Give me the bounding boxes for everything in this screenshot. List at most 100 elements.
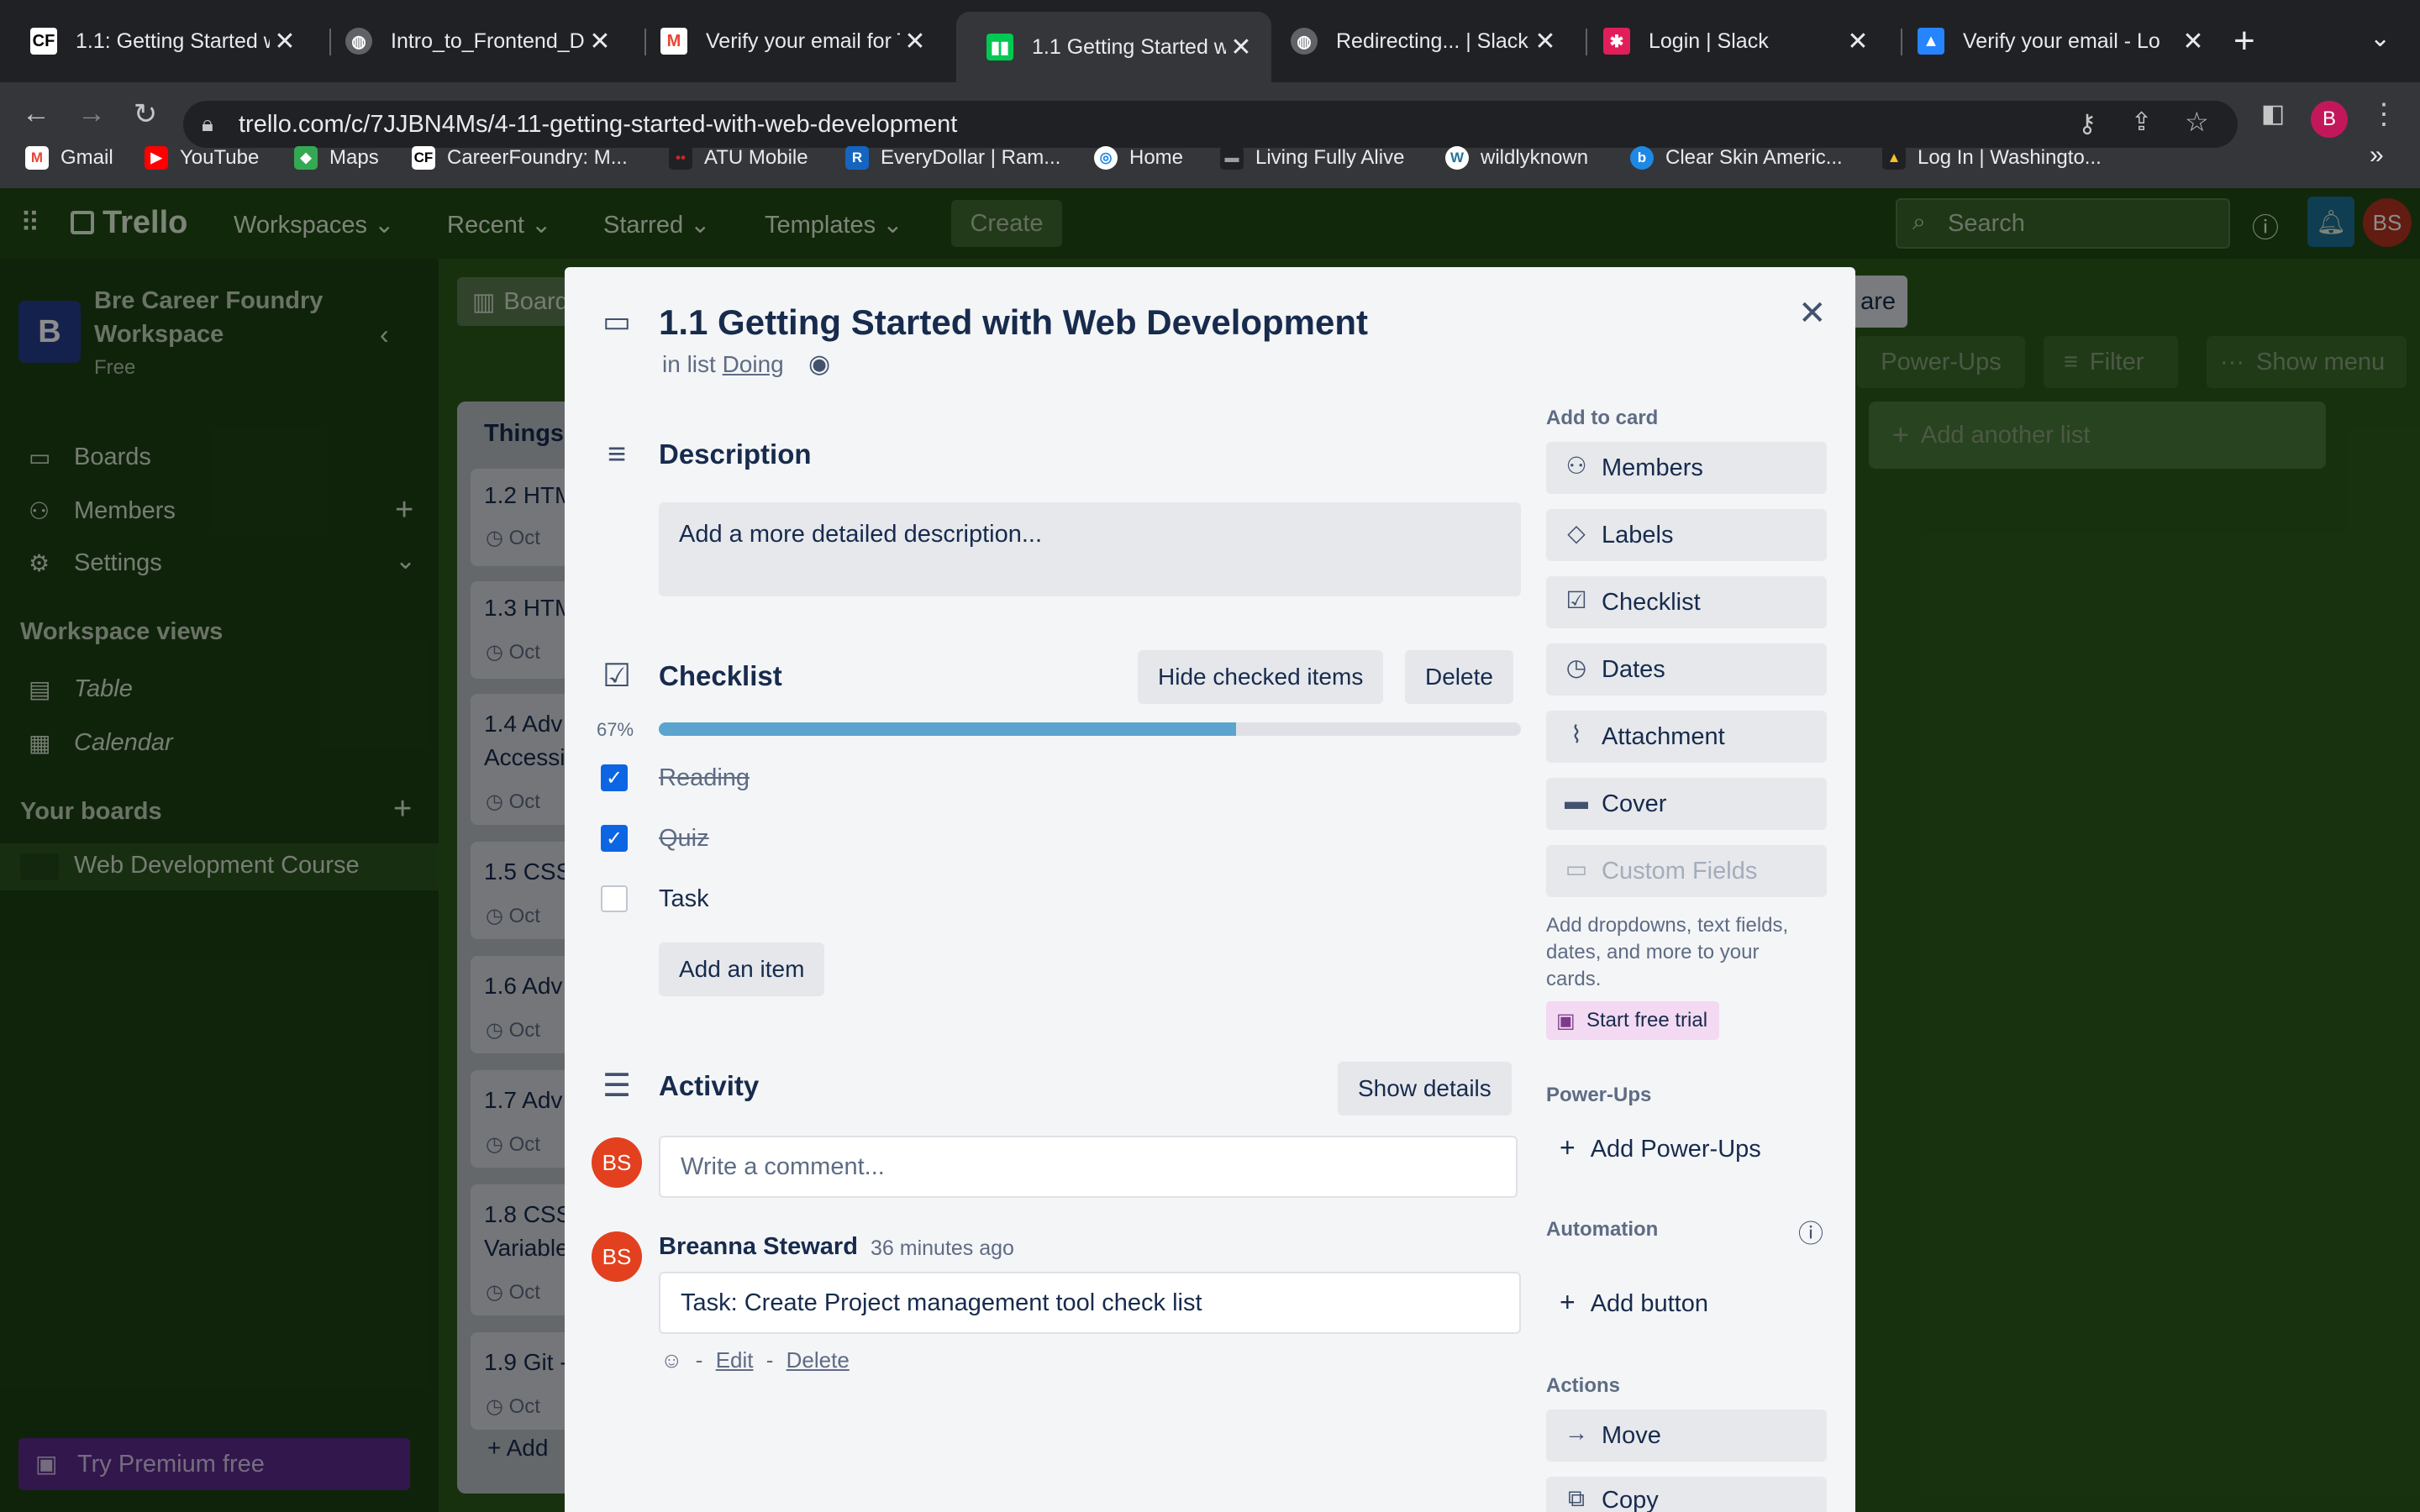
atu-icon: •• [669, 146, 692, 170]
bookmark-youtube[interactable]: ▶ YouTube [145, 143, 259, 173]
reload-icon[interactable]: ↻ [124, 97, 166, 131]
browser-tab-6[interactable]: ✱ Login | Slack ✕ [1573, 12, 1888, 71]
bookmark-atu-mobile[interactable]: •• ATU Mobile [669, 143, 808, 173]
browser-tab-2[interactable]: ◍ Intro_to_Frontend_De ✕ [315, 12, 630, 71]
share-icon[interactable]: ⇪ [2131, 108, 2152, 137]
lock-icon: 🔒︎ [202, 111, 213, 136]
add-checklist-item-button[interactable]: Add an item [659, 942, 825, 996]
back-icon[interactable]: ← [15, 97, 57, 130]
forward-icon[interactable]: → [71, 97, 113, 130]
list-link[interactable]: Doing [723, 351, 784, 377]
bookmark-clear-skin[interactable]: b Clear Skin Americ... [1630, 143, 1843, 173]
add-powerups-button[interactable]: + Add Power-Ups [1560, 1132, 1761, 1163]
checklist-icon: ☑ [602, 659, 632, 694]
atlassian-icon: ▲ [1918, 28, 1944, 55]
comment-input[interactable]: Write a comment... [659, 1136, 1518, 1198]
close-icon[interactable]: ✕ [2178, 27, 2208, 56]
site-icon: ▬ [1220, 146, 1244, 170]
everydollar-icon: R [845, 146, 869, 170]
close-icon[interactable]: ✕ [1530, 27, 1560, 56]
gmail-icon: M [25, 146, 49, 170]
description-input[interactable]: Add a more detailed description... [659, 502, 1521, 596]
labels-button[interactable]: ◇ Labels [1546, 509, 1827, 561]
tab-title: Intro_to_Frontend_De [391, 29, 585, 53]
watch-eye-icon[interactable]: ◉ [808, 349, 830, 379]
hide-checked-items-button[interactable]: Hide checked items [1138, 650, 1384, 704]
browser-tab-7[interactable]: ▲ Verify your email - Lo ✕ [1887, 12, 2223, 71]
bookmark-home[interactable]: ◎ Home [1094, 143, 1183, 173]
cover-icon: ▬ [1565, 788, 1588, 814]
browser-tab-4-active[interactable]: ▮▮ 1.1 Getting Started wi ✕ [956, 12, 1271, 82]
dates-button[interactable]: ◷ Dates [1546, 643, 1827, 696]
close-icon[interactable]: ✕ [1226, 33, 1256, 62]
checkbox-task[interactable] [601, 885, 628, 912]
close-icon[interactable]: ✕ [1798, 294, 1827, 333]
kebab-menu-icon[interactable]: ⋮ [2363, 97, 2405, 131]
checklist-item-reading[interactable]: Reading [659, 764, 750, 792]
plus-icon: + [1560, 1287, 1576, 1317]
profile-avatar[interactable]: B [2311, 101, 2348, 138]
info-icon[interactable]: ⓘ [1798, 1213, 1823, 1250]
add-reaction-icon[interactable]: ☺ [660, 1347, 683, 1373]
paperclip-icon: ⌇ [1570, 722, 1582, 748]
briefcase-icon: ▣ [1556, 1010, 1576, 1032]
comment-time[interactable]: 36 minutes ago [871, 1236, 1014, 1261]
checkbox-quiz[interactable]: ✓ [601, 825, 628, 852]
start-free-trial-button[interactable]: ▣ Start free trial [1546, 1001, 1720, 1040]
new-tab-button[interactable]: + [2233, 20, 2255, 62]
globe-icon: ◍ [345, 28, 372, 55]
bookmarks-overflow-icon[interactable]: » [2370, 141, 2384, 170]
show-details-button[interactable]: Show details [1338, 1062, 1512, 1116]
progress-fill [659, 722, 1237, 736]
delete-comment-link[interactable]: Delete [786, 1347, 850, 1373]
browser-tab-5[interactable]: ◍ Redirecting... | Slack ✕ [1260, 12, 1576, 71]
copy-button[interactable]: ⧉ Copy [1546, 1477, 1827, 1512]
add-to-card-heading: Add to card [1546, 407, 1659, 429]
attachment-button[interactable]: ⌇ Attachment [1546, 711, 1827, 763]
checklist-item-quiz[interactable]: Quiz [659, 825, 709, 853]
avatar: BS [592, 1231, 642, 1282]
bookmark-careerfoundry[interactable]: CF CareerFoundry: M... [412, 143, 628, 173]
url-text: trello.com/c/7JJBN4Ms/4-11-getting-start… [239, 110, 958, 138]
activity-icon: ☰ [602, 1068, 632, 1104]
in-list-label: in list Doing [662, 351, 784, 377]
close-icon[interactable]: ✕ [270, 27, 300, 56]
key-icon[interactable]: ⚷ [2078, 109, 2096, 139]
cover-button[interactable]: ▬ Cover [1546, 778, 1827, 830]
custom-fields-icon: ▭ [1565, 856, 1588, 882]
bookmark-everydollar[interactable]: R EveryDollar | Ram... [845, 143, 1060, 173]
members-button[interactable]: ⚇ Members [1546, 442, 1827, 494]
close-icon[interactable]: ✕ [585, 27, 615, 56]
checklist-button[interactable]: ☑ Checklist [1546, 576, 1827, 628]
custom-fields-button[interactable]: ▭ Custom Fields [1546, 845, 1827, 897]
browser-tab-strip: CF 1.1: Getting Started w ✕ ◍ Intro_to_F… [0, 0, 2420, 82]
site-icon: b [1630, 146, 1654, 170]
bookmark-gmail[interactable]: M Gmail [25, 143, 113, 173]
address-bar[interactable]: 🔒︎ trello.com/c/7JJBN4Ms/4-11-getting-st… [183, 101, 2238, 148]
browser-tab-1[interactable]: CF 1.1: Getting Started w ✕ [0, 12, 315, 71]
checklist-item-task[interactable]: Task [659, 885, 709, 913]
move-button[interactable]: → Move [1546, 1410, 1827, 1462]
trello-icon: ▮▮ [986, 34, 1013, 60]
tab-title: Verify your email for T [706, 29, 900, 53]
bookmark-washington[interactable]: ▲ Log In | Washingto... [1882, 143, 2102, 173]
bookmark-wildlyknown[interactable]: Wwildlyknown [1445, 143, 1588, 173]
bookmark-living-fully-alive[interactable]: ▬ Living Fully Alive [1220, 143, 1404, 173]
star-icon[interactable]: ☆ [2185, 106, 2209, 138]
progress-track [659, 722, 1521, 736]
card-title[interactable]: 1.1 Getting Started with Web Development [659, 302, 1368, 343]
tab-search-icon[interactable]: ⌄ [2370, 24, 2391, 53]
actions-heading: Actions [1546, 1374, 1621, 1397]
tag-icon: ◇ [1567, 520, 1586, 546]
close-icon[interactable]: ✕ [900, 27, 930, 56]
bookmark-maps[interactable]: ◆ Maps [294, 143, 379, 173]
browser-tab-3[interactable]: M Verify your email for T ✕ [630, 12, 945, 71]
globe-icon: ◍ [1291, 28, 1318, 55]
close-icon[interactable]: ✕ [1843, 27, 1873, 56]
sidepanel-icon[interactable]: ◧ [2252, 99, 2294, 129]
edit-comment-link[interactable]: Edit [716, 1347, 754, 1373]
delete-checklist-button[interactable]: Delete [1405, 650, 1513, 704]
checkbox-reading[interactable]: ✓ [601, 764, 628, 791]
checklist-icon: ☑ [1565, 587, 1587, 613]
add-automation-button[interactable]: + Add button [1560, 1287, 1708, 1318]
